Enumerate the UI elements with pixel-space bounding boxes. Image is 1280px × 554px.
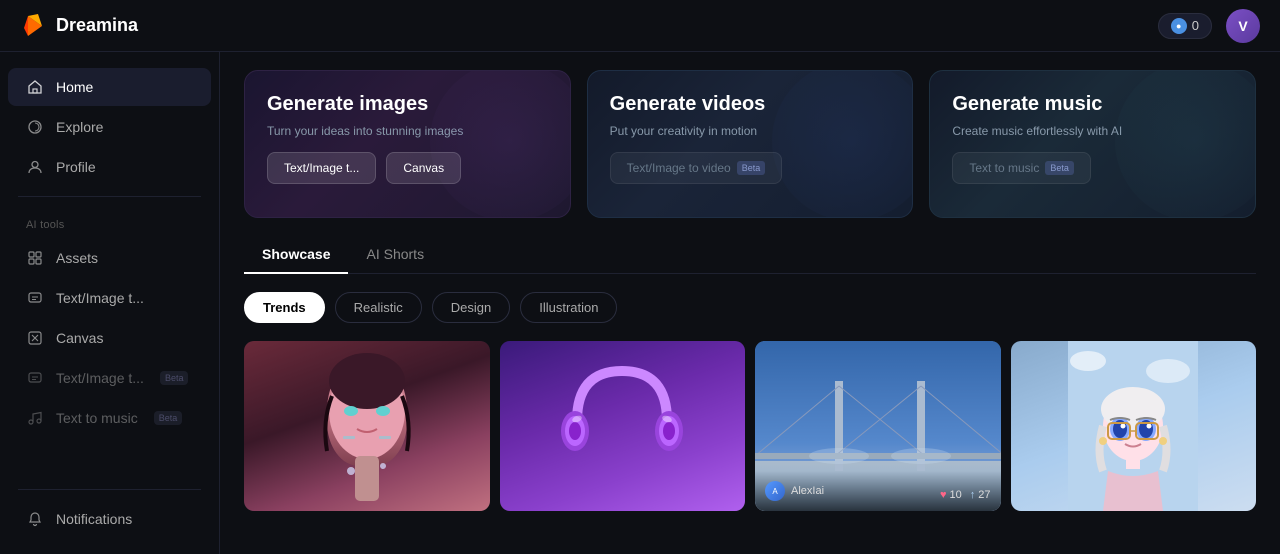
logo[interactable]: Dreamina bbox=[20, 12, 138, 40]
explore-icon bbox=[26, 118, 44, 136]
gallery-item-cyborg[interactable] bbox=[244, 341, 490, 511]
gallery-stats: ♥ 10 ↑ 27 bbox=[940, 489, 991, 501]
sidebar-item-notifications[interactable]: Notifications bbox=[8, 500, 211, 538]
filter-pills: Trends Realistic Design Illustration bbox=[244, 292, 1256, 323]
sidebar-item-profile[interactable]: Profile bbox=[8, 148, 211, 186]
heart-icon: ♥ bbox=[940, 489, 947, 501]
ai-tools-label: AI tools bbox=[0, 207, 219, 237]
sidebar-item-canvas[interactable]: Canvas bbox=[8, 319, 211, 357]
beta-badge-music: Beta bbox=[154, 411, 183, 425]
gallery-user: A AlexIai bbox=[765, 481, 824, 501]
share-icon: ↑ bbox=[970, 489, 976, 501]
sidebar-item-assets[interactable]: Assets bbox=[8, 239, 211, 277]
tabs: Showcase AI Shorts bbox=[244, 236, 1256, 274]
filter-illustration[interactable]: Illustration bbox=[520, 292, 617, 323]
notifications-icon bbox=[26, 510, 44, 528]
credits-icon: ● bbox=[1171, 18, 1187, 34]
feature-card-videos: Generate videos Put your creativity in m… bbox=[587, 70, 914, 218]
likes-stat: ♥ 10 bbox=[940, 489, 962, 501]
feature-card-images: Generate images Turn your ideas into stu… bbox=[244, 70, 571, 218]
filter-design[interactable]: Design bbox=[432, 292, 510, 323]
gallery-item-bridge[interactable]: A AlexIai ♥ 10 ↑ 27 bbox=[755, 341, 1001, 511]
shares-stat: ↑ 27 bbox=[970, 489, 991, 501]
card-bg-music bbox=[1115, 70, 1256, 218]
user-avatar[interactable]: V bbox=[1226, 9, 1260, 43]
sidebar-divider bbox=[18, 196, 201, 197]
feature-card-music: Generate music Create music effortlessly… bbox=[929, 70, 1256, 218]
home-icon bbox=[26, 78, 44, 96]
textimage-icon bbox=[26, 289, 44, 307]
filter-realistic[interactable]: Realistic bbox=[335, 292, 422, 323]
sidebar-item-textimage[interactable]: Text/Image t... bbox=[8, 279, 211, 317]
canvas-icon bbox=[26, 329, 44, 347]
textimage2-icon bbox=[26, 369, 44, 387]
sidebar-item-home[interactable]: Home bbox=[8, 68, 211, 106]
tab-showcase[interactable]: Showcase bbox=[244, 236, 348, 274]
main-content: Generate images Turn your ideas into stu… bbox=[220, 52, 1280, 554]
tab-aishorts[interactable]: AI Shorts bbox=[348, 236, 442, 274]
beta-badge-textimage2: Beta bbox=[160, 371, 189, 385]
layout: Home Explore Profile AI tools bbox=[0, 52, 1280, 554]
header: Dreamina ● 0 V bbox=[0, 0, 1280, 52]
sidebar-item-textimage2[interactable]: Text/Image t... Beta bbox=[8, 359, 211, 397]
gallery-img-anime bbox=[1011, 341, 1257, 511]
feature-cards: Generate images Turn your ideas into stu… bbox=[244, 70, 1256, 218]
filter-trends[interactable]: Trends bbox=[244, 292, 325, 323]
text-to-music-button[interactable]: Text to music Beta bbox=[952, 152, 1091, 184]
music-icon bbox=[26, 409, 44, 427]
logo-icon bbox=[20, 12, 48, 40]
header-right: ● 0 V bbox=[1158, 9, 1260, 43]
sidebar: Home Explore Profile AI tools bbox=[0, 52, 220, 554]
profile-icon bbox=[26, 158, 44, 176]
assets-icon bbox=[26, 249, 44, 267]
gallery: A AlexIai ♥ 10 ↑ 27 bbox=[244, 341, 1256, 511]
gallery-item-headphones[interactable] bbox=[500, 341, 746, 511]
gallery-user-avatar: A bbox=[765, 481, 785, 501]
sidebar-divider-2 bbox=[18, 489, 201, 490]
sidebar-item-explore[interactable]: Explore bbox=[8, 108, 211, 146]
card-bg-videos bbox=[772, 70, 913, 218]
gallery-img-cyborg bbox=[244, 341, 490, 511]
text-to-video-button[interactable]: Text/Image to video Beta bbox=[610, 152, 783, 184]
gallery-img-headphones bbox=[500, 341, 746, 511]
credits-badge[interactable]: ● 0 bbox=[1158, 13, 1212, 39]
gallery-overlay-bridge: A AlexIai ♥ 10 ↑ 27 bbox=[755, 471, 1001, 511]
card-bg-images bbox=[430, 70, 571, 218]
sidebar-item-texttomusic[interactable]: Text to music Beta bbox=[8, 399, 211, 437]
textimage-button[interactable]: Text/Image t... bbox=[267, 152, 376, 184]
gallery-item-anime[interactable] bbox=[1011, 341, 1257, 511]
